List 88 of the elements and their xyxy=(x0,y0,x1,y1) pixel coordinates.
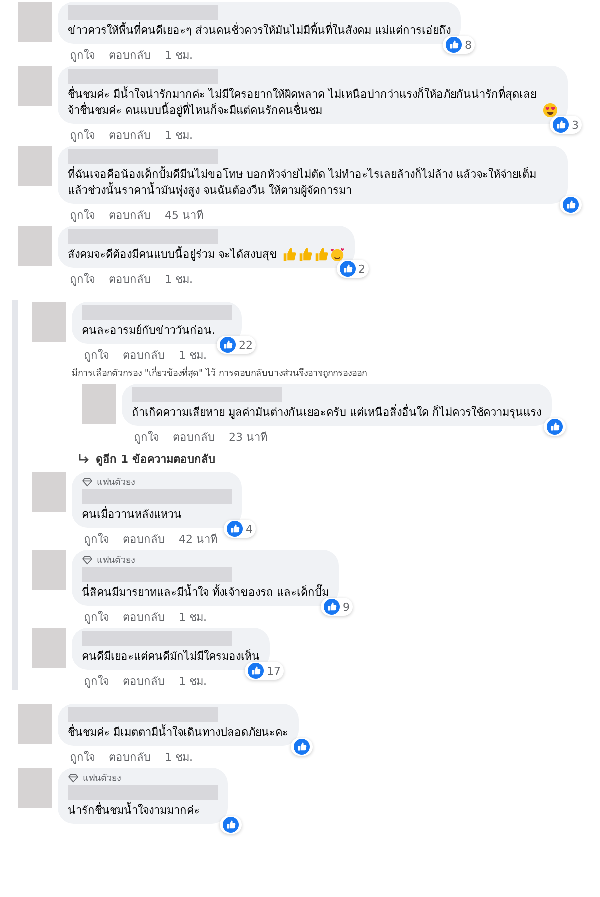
diamond-icon xyxy=(82,478,93,486)
comment-action-link[interactable]: ตอบกลับ xyxy=(123,608,165,626)
comment-text: ชื่นชมค่ะ มีน้ำใจน่ารักมากค่ะ ไม่มีใครอยากให้ผิดพลาด ไม่เหนือบ่ากว่าแรงก็ให้อภัยกันน่ารักที่สุดเลยจ้าชื่นชมค่ะ คนแบบนี้อยู่ที่ไหนก็จะมีแต่คนรักคนชื่นชม xyxy=(68,87,538,119)
avatar xyxy=(18,226,52,266)
like-icon xyxy=(324,599,340,615)
avatar xyxy=(32,472,66,512)
comment-text: ข่าวควรให้พื้นที่คนดีเยอะๆ ส่วนคนชั่วควรให้มันไม่มีพื้นที่ในสังคม แม่แต่การเอ่ยถึง xyxy=(68,23,451,39)
comment-action-link[interactable]: ถูกใจ xyxy=(70,748,95,766)
reaction-pill[interactable] xyxy=(220,816,242,834)
reaction-pill[interactable]: 22 xyxy=(217,336,256,354)
comment-action-link[interactable]: ถูกใจ xyxy=(70,126,95,144)
comment-time: 1 ชม. xyxy=(165,48,193,64)
comment-time: 1 ชม. xyxy=(179,674,207,690)
comment-action-link[interactable]: ตอบกลับ xyxy=(173,428,215,446)
comment-text: คนดีมีเยอะแต่คนดีมักไม่มีใครมองเห็น xyxy=(82,649,260,665)
comment-action-link[interactable]: ถูกใจ xyxy=(84,672,109,690)
thumbs-up-icon xyxy=(282,247,296,262)
comment-action-link[interactable]: ตอบกลับ xyxy=(123,530,165,548)
smiling-face-hearts-icon xyxy=(330,247,344,262)
like-icon xyxy=(563,197,579,213)
reaction-pill[interactable] xyxy=(544,418,566,436)
fan-badge-label: แฟนตัวยง xyxy=(97,477,135,489)
reaction-pill[interactable]: 3 xyxy=(550,116,582,134)
comment-action-link[interactable]: ถูกใจ xyxy=(134,428,159,446)
reply-arrow-icon xyxy=(78,453,90,465)
like-icon xyxy=(223,817,239,833)
reaction-pill[interactable]: 4 xyxy=(224,520,256,538)
comment-text: นี่สิคนมีมารยาทและมีน้ำใจ ทั้งเจ้าของรถ และเด็กปั๊ม xyxy=(82,585,329,601)
comment-text: คนเมื่อวานหลังแหวน xyxy=(82,507,182,523)
comment-action-link[interactable]: ถูกใจ xyxy=(84,608,109,626)
comment-action-link[interactable]: ถูกใจ xyxy=(70,46,95,64)
comment-time: 1 ชม. xyxy=(179,610,207,626)
like-icon xyxy=(546,419,562,435)
reaction-pill[interactable]: 17 xyxy=(245,662,284,680)
comment-text: สังคมจะดีต้องมีคนแบบนี้อยู่ร่วม จะได้สงบสุข xyxy=(68,247,278,263)
comment-action-link[interactable]: ตอบกลับ xyxy=(109,748,151,766)
comment-action-link[interactable]: ถูกใจ xyxy=(84,346,109,364)
like-icon xyxy=(553,117,569,133)
comment-action-link[interactable]: ตอบกลับ xyxy=(109,46,151,64)
comment-action-link[interactable]: ตอบกลับ xyxy=(109,126,151,144)
comment-time: 1 ชม. xyxy=(179,348,207,364)
avatar xyxy=(18,704,52,744)
avatar xyxy=(32,302,66,342)
comment-text: ถ้าเกิดความเสียหาย มูลค่ามันต่างกันเยอะครับ แต่เหนือสิ่งอื่นใด ก็ไม่ควรใช้ความรุนแรง xyxy=(132,405,542,421)
comment-text: ที่ฉันเจอคือน้องเด็กปั้มดีมีนไม่ขอโทษ บอกหัวจ่ายไม่ตัด ไม่ทำอะไรเลยล้างก็ไม่ล้าง แล้วจะให้จ่ายเต็ม แล้วช่วงนั้นราคาน้ำมันพุ่งสูง จนฉันต้องวีน ให้ตามผู้จัดการมา xyxy=(68,167,538,199)
comment-time: 1 ชม. xyxy=(165,128,193,144)
reaction-pill[interactable]: 8 xyxy=(443,36,475,54)
avatar xyxy=(18,66,52,106)
comment-action-link[interactable]: ตอบกลับ xyxy=(109,206,151,224)
thumbs-up-icon xyxy=(298,247,312,262)
reaction-pill[interactable]: 9 xyxy=(321,598,353,616)
comment-time: 1 ชม. xyxy=(165,272,193,288)
reaction-pill[interactable]: 2 xyxy=(336,260,368,278)
like-icon xyxy=(248,663,264,679)
avatar xyxy=(18,768,52,808)
avatar xyxy=(32,628,66,668)
diamond-icon xyxy=(82,556,93,564)
avatar xyxy=(82,384,116,424)
comment-action-link[interactable]: ตอบกลับ xyxy=(123,672,165,690)
reaction-pill[interactable] xyxy=(560,196,582,214)
filter-note: มีการเลือกตัวกรอง "เกี่ยวข้องที่สุด" ไว้ การตอบกลับบางส่วนจึงอาจถูกกรองออก xyxy=(72,364,600,382)
like-icon xyxy=(446,37,462,53)
like-icon xyxy=(294,739,310,755)
comment-time: 1 ชม. xyxy=(165,750,193,766)
comment-time: 45 นาที xyxy=(165,208,204,224)
like-icon xyxy=(227,521,243,537)
comment-action-link[interactable]: ถูกใจ xyxy=(70,206,95,224)
comment-action-link[interactable]: ถูกใจ xyxy=(84,530,109,548)
comment-text: คนละอารมย์กับข่าววันก่อน. xyxy=(82,323,216,339)
comment-text: ชื่นชมค่ะ มีเมตตามีน้ำใจเดินทางปลอดภัยนะคะ xyxy=(68,725,288,741)
comment-action-link[interactable]: ตอบกลับ xyxy=(123,346,165,364)
avatar xyxy=(32,550,66,590)
comment-action-link[interactable]: ตอบกลับ xyxy=(109,270,151,288)
diamond-icon xyxy=(68,774,79,782)
avatar xyxy=(18,146,52,186)
reaction-pill[interactable] xyxy=(290,738,312,756)
thumbs-up-icon xyxy=(314,247,328,262)
comment-time: 42 นาที xyxy=(179,532,218,548)
like-icon xyxy=(220,337,236,353)
more-replies-link[interactable]: ดูอีก 1 ข้อความตอบกลับ xyxy=(78,450,216,468)
avatar xyxy=(18,2,52,42)
fan-badge-label: แฟนตัวยง xyxy=(83,773,121,785)
comment-action-link[interactable]: ถูกใจ xyxy=(70,270,95,288)
heart-eyes-emoji-icon xyxy=(543,103,558,118)
like-icon xyxy=(340,261,356,277)
comment-text: น่ารักชื่นชมน้ำใจงามมากค่ะ xyxy=(68,803,200,819)
comment-time: 23 นาที xyxy=(229,430,268,446)
fan-badge-label: แฟนตัวยง xyxy=(97,555,135,567)
